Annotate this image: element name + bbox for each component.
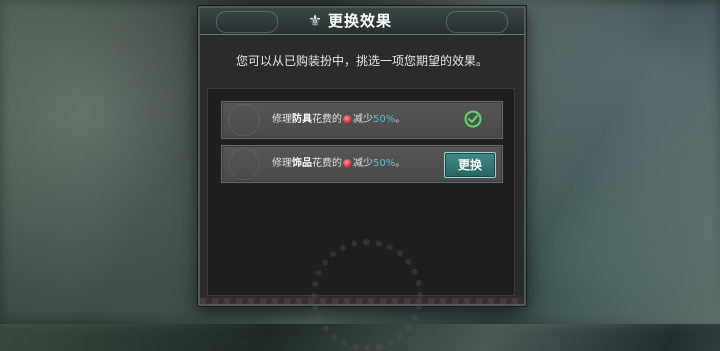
option-percent: 50% xyxy=(373,114,396,125)
emblem-icon: ⚜ xyxy=(307,11,323,30)
ornament-icon xyxy=(446,11,508,33)
dialog-title: 更换效果 xyxy=(328,12,393,30)
change-effect-dialog: ⚜ 更换效果 您可以从已购装扮中，挑选一项您期望的效果。 修理防具花费的 减少50… xyxy=(198,6,526,351)
option-item-name: 防具 xyxy=(292,114,312,125)
gem-icon xyxy=(343,114,352,124)
ornament-icon xyxy=(216,11,278,33)
option-armor-repair[interactable]: 修理防具花费的 减少50%。 xyxy=(221,101,503,139)
change-button[interactable]: 更换 xyxy=(444,152,496,178)
checkmark-icon xyxy=(464,110,482,128)
bottom-trim xyxy=(200,298,524,304)
option-accessory-repair[interactable]: 修理饰品花费的 减少50%。 更换 xyxy=(221,145,503,183)
emblem-watermark-icon xyxy=(228,104,260,136)
option-percent: 50% xyxy=(373,158,396,169)
option-description: 修理饰品花费的 减少50%。 xyxy=(272,158,406,169)
option-description: 修理防具花费的 减少50%。 xyxy=(272,114,406,125)
gem-icon xyxy=(343,158,352,168)
emblem-watermark-icon xyxy=(228,148,260,180)
dialog-title-bar: ⚜ 更换效果 xyxy=(200,8,524,35)
options-panel: 修理防具花费的 减少50%。 修理饰品花费的 减少50%。 更换 xyxy=(207,88,515,351)
dialog-instruction: 您可以从已购装扮中，挑选一项您期望的效果。 xyxy=(235,54,488,68)
option-item-name: 饰品 xyxy=(292,158,312,169)
wreath-decoration xyxy=(311,239,423,351)
